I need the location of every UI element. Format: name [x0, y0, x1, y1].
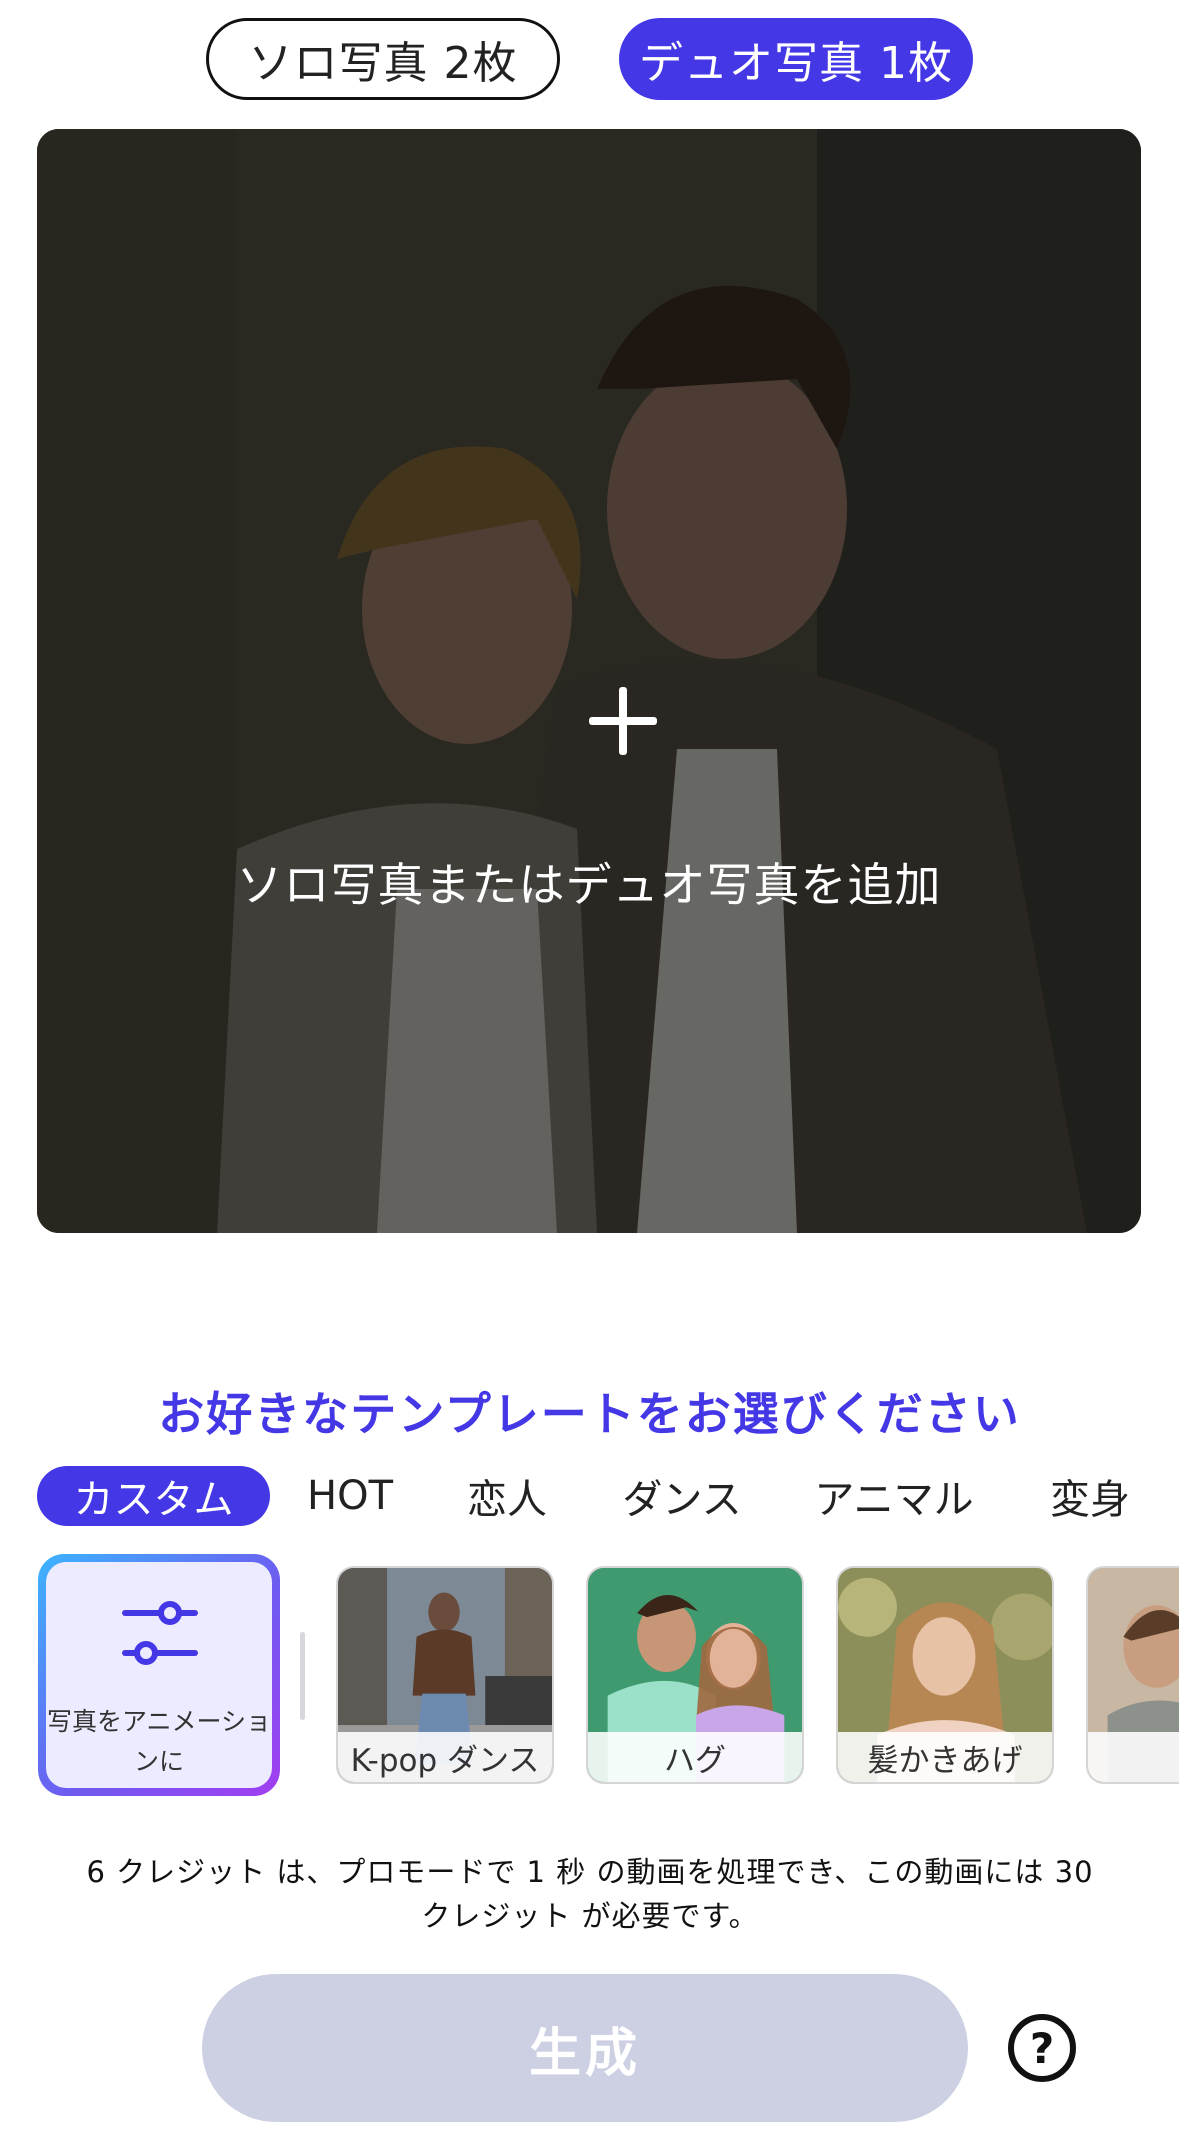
custom-template-label: 写真をアニメーションに — [46, 1707, 271, 1776]
sliders-icon — [122, 1600, 198, 1665]
template-card-hug[interactable]: ハグ — [586, 1566, 804, 1784]
generate-button[interactable]: 生成 — [202, 1974, 968, 2122]
photo-mode-toggle: ソロ写真 2枚 デュオ写真 1枚 — [0, 0, 1179, 128]
template-card-kiss[interactable]: キ — [1086, 1566, 1179, 1784]
custom-template-inner: 写真をアニメーションに — [46, 1562, 272, 1788]
template-label: ハグ — [588, 1732, 802, 1782]
carousel-divider — [300, 1632, 305, 1720]
tab-lovers[interactable]: 恋人 — [452, 1466, 562, 1526]
duo-photo-mode-button[interactable]: デュオ写真 1枚 — [619, 18, 973, 100]
template-label: キ — [1088, 1732, 1179, 1782]
upload-prompt: ソロ写真またはデュオ写真を追加 — [236, 858, 942, 912]
category-tabs: カスタム HOT 恋人 ダンス アニマル 変身 — [0, 1466, 1179, 1532]
template-carousel[interactable]: 写真をアニメーションに K-pop ダンス ハグ 髪かきあげ — [0, 1554, 1179, 1800]
tab-hot[interactable]: HOT — [298, 1466, 402, 1526]
plus-icon[interactable] — [589, 687, 657, 755]
tab-dance[interactable]: ダンス — [612, 1466, 752, 1526]
tab-custom[interactable]: カスタム — [37, 1466, 270, 1526]
tab-animal[interactable]: アニマル — [808, 1466, 980, 1526]
template-section-title: お好きなテンプレートをお選びください — [158, 1387, 1021, 1441]
upload-overlay — [37, 129, 1141, 1233]
help-icon[interactable]: ? — [1008, 2014, 1076, 2082]
custom-template-card[interactable]: 写真をアニメーションに — [38, 1554, 280, 1796]
solo-photo-mode-button[interactable]: ソロ写真 2枚 — [206, 18, 560, 100]
photo-upload-area[interactable]: ソロ写真またはデュオ写真を追加 — [37, 129, 1141, 1233]
credit-info-text: 6 クレジット は、プロモードで 1 秒 の動画を処理でき、この動画には 30 … — [86, 1855, 1094, 1933]
template-label: K-pop ダンス — [338, 1732, 552, 1782]
tab-transform[interactable]: 変身 — [1040, 1466, 1140, 1526]
template-label: 髪かきあげ — [838, 1732, 1052, 1782]
template-card-hair-flip[interactable]: 髪かきあげ — [836, 1566, 1054, 1784]
template-card-kpop-dance[interactable]: K-pop ダンス — [336, 1566, 554, 1784]
